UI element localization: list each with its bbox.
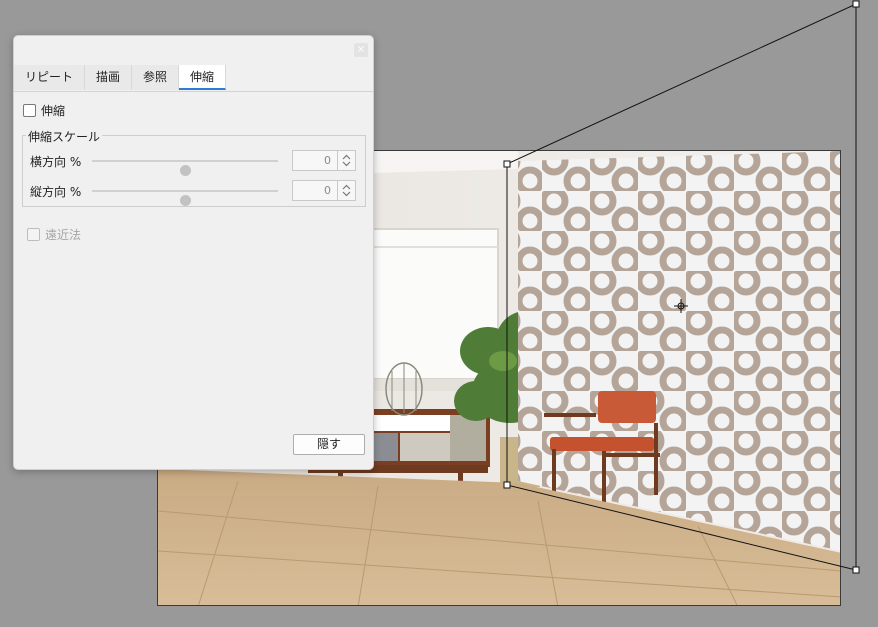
stretch-checkbox-label: 伸縮 [41,104,66,118]
close-icon[interactable]: × [354,43,368,57]
transform-handle-bottom-right[interactable] [852,566,860,574]
vertical-slider-thumb[interactable] [180,195,191,206]
transform-handle-top-right[interactable] [852,0,860,8]
perspective-checkbox[interactable] [27,228,40,241]
stretch-checkbox-row: 伸縮 [23,102,65,119]
horizontal-scale-input[interactable]: 0 [292,150,338,171]
scale-group-title: 伸縮スケール [26,128,103,145]
perspective-checkbox-label: 遠近法 [45,228,82,242]
vertical-scale-label: 縦方向 % [30,185,82,199]
horizontal-scale-label: 横方向 % [30,155,82,169]
horizontal-scale-slider[interactable] [92,160,278,176]
stretch-checkbox[interactable] [23,104,36,117]
horizontal-scale-row: 横方向 % 0 [30,150,372,176]
hide-button[interactable]: 隠す [293,434,365,455]
perspective-checkbox-row: 遠近法 [27,226,81,243]
up-down-arrows-icon[interactable] [337,150,356,171]
tab-reference[interactable]: 参照 [132,65,180,90]
vertical-scale-slider[interactable] [92,190,278,206]
tab-draw[interactable]: 描画 [85,65,133,90]
vertical-scale-input[interactable]: 0 [292,180,338,201]
tab-repeat[interactable]: リピート [14,65,86,90]
vertical-scale-row: 縦方向 % 0 [30,180,372,206]
tiling-dialog: × リピート 描画 参照 伸縮 伸縮 伸縮スケール 横方向 % 0 縦方向 % … [13,35,374,470]
transform-handle-top-left[interactable] [503,160,511,168]
transform-handle-bottom-left[interactable] [503,481,511,489]
horizontal-slider-thumb[interactable] [180,165,191,176]
up-down-arrows-icon[interactable] [337,180,356,201]
tab-stretch[interactable]: 伸縮 [179,65,227,90]
tab-bar: リピート 描画 参照 伸縮 [14,65,373,92]
